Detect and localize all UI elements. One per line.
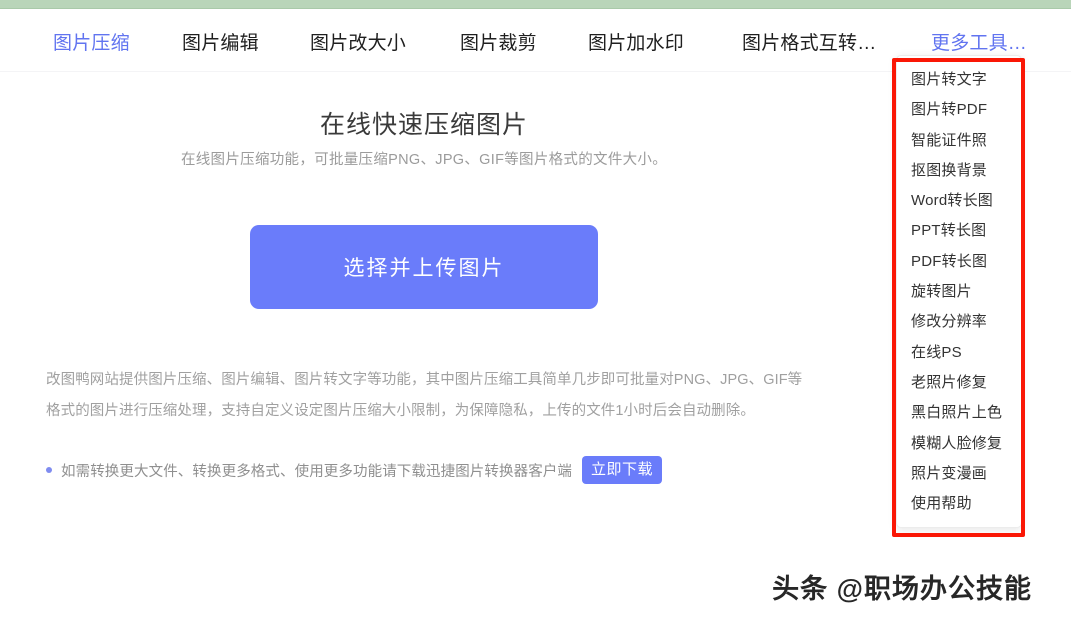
dropdown-item-8[interactable]: 修改分辨率 (897, 307, 1021, 337)
nav-item-1[interactable]: 图片编辑 (182, 28, 259, 55)
download-notice-text: 如需转换更大文件、转换更多格式、使用更多功能请下载迅捷图片转换器客户端 (61, 463, 572, 480)
dropdown-item-2[interactable]: 智能证件照 (897, 126, 1021, 156)
nav-item-3[interactable]: 图片裁剪 (460, 28, 537, 55)
page-subtitle: 在线图片压缩功能，可批量压缩PNG、JPG、GIF等图片格式的文件大小。 (180, 152, 668, 168)
nav-item-0[interactable]: 图片压缩 (53, 28, 130, 55)
dropdown-item-13[interactable]: 照片变漫画 (897, 459, 1021, 489)
dropdown-item-14[interactable]: 使用帮助 (897, 489, 1021, 519)
dropdown-item-1[interactable]: 图片转PDF (897, 95, 1021, 125)
page-title: 在线快速压缩图片 (319, 111, 528, 139)
dropdown-item-10[interactable]: 老照片修复 (897, 368, 1021, 398)
bullet-icon (46, 467, 52, 473)
dropdown-item-9[interactable]: 在线PS (897, 338, 1021, 368)
dropdown-item-11[interactable]: 黑白照片上色 (897, 398, 1021, 428)
dropdown-item-6[interactable]: PDF转长图 (897, 247, 1021, 277)
nav-item-5[interactable]: 图片格式互转… (742, 28, 876, 55)
nav-item-6[interactable]: 更多工具… (931, 28, 1027, 55)
nav-item-4[interactable]: 图片加水印 (588, 28, 684, 55)
dropdown-item-7[interactable]: 旋转图片 (897, 277, 1021, 307)
download-notice-row: 如需转换更大文件、转换更多格式、使用更多功能请下载迅捷图片转换器客户端 立即下载 (46, 456, 663, 484)
dropdown-item-0[interactable]: 图片转文字 (897, 65, 1021, 95)
dropdown-item-12[interactable]: 模糊人脸修复 (897, 429, 1021, 459)
watermark: 头条 @职场办公技能 (772, 574, 1032, 604)
dropdown-item-3[interactable]: 抠图换背景 (897, 156, 1021, 186)
more-tools-dropdown: 图片转文字 图片转PDF 智能证件照 抠图换背景 Word转长图 PPT转长图 PDF转长图… (891, 55, 1027, 539)
more-tools-dropdown-panel: 图片转文字 图片转PDF 智能证件照 抠图换背景 Word转长图 PPT转长图 PDF转长图… (896, 55, 1022, 528)
dropdown-item-4[interactable]: Word转长图 (897, 186, 1021, 216)
top-accent-bar (0, 0, 1071, 9)
nav-item-2[interactable]: 图片改大小 (310, 28, 406, 55)
download-now-button[interactable]: 立即下载 (582, 456, 663, 484)
dropdown-item-5[interactable]: PPT转长图 (897, 216, 1021, 246)
service-description: 改图鸭网站提供图片压缩、图片编辑、图片转文字等功能，其中图片压缩工具简单几步即可… (46, 371, 803, 419)
upload-image-button[interactable]: 选择并上传图片 (250, 225, 598, 309)
